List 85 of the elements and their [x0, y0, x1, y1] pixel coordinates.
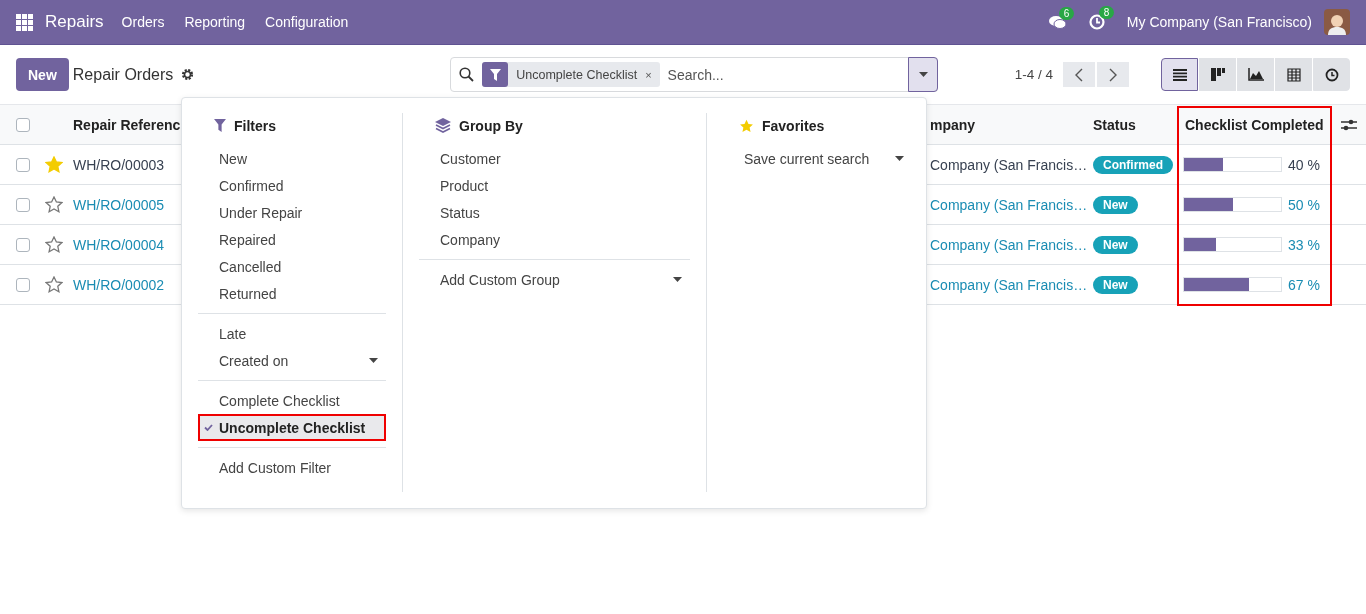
star-icon[interactable] [45, 236, 63, 253]
close-icon[interactable]: × [645, 68, 660, 81]
chevron-right-icon [1109, 67, 1117, 82]
clock-icon[interactable] [1088, 14, 1105, 30]
menu-link[interactable]: Configuration [265, 14, 349, 30]
menu-item[interactable]: Customer [419, 145, 690, 172]
menu-item[interactable]: Status [419, 199, 690, 226]
menu-item[interactable]: Returned [198, 280, 386, 307]
app-name[interactable]: Repairs [45, 12, 104, 32]
checkbox[interactable] [16, 157, 30, 172]
menu-item[interactable]: New [198, 145, 386, 172]
table-cell[interactable]: WH/RO/00002 [73, 276, 165, 293]
company-switcher[interactable]: My Company (San Francisco) [1126, 14, 1312, 30]
menu-item[interactable]: Repaired [198, 226, 386, 253]
percent-value: 33 % [1288, 236, 1320, 253]
view-switch-button[interactable] [1161, 58, 1198, 91]
filter-icon [489, 68, 501, 81]
menu-item[interactable]: Uncomplete Checklist [198, 414, 386, 441]
count-badge: 8 [1098, 6, 1115, 19]
table-cell[interactable]: WH/RO/00003 [73, 156, 165, 173]
menu-item[interactable]: Complete Checklist [198, 387, 386, 414]
menu-item[interactable]: Add Custom Group [419, 266, 690, 293]
status-badge: Confirmed [1093, 155, 1173, 174]
caret-icon [895, 156, 904, 161]
star-icon [739, 118, 754, 133]
apps-grid-icon[interactable] [16, 13, 33, 31]
new-button[interactable]: New [16, 58, 69, 91]
table-cell[interactable]: WH/RO/00005 [73, 196, 165, 213]
check-icon [204, 424, 213, 431]
filter-facet[interactable]: Uncomplete Checklist × [482, 62, 660, 87]
area-chart-icon [1247, 68, 1264, 81]
search-field[interactable]: Uncomplete Checklist × Search... [450, 57, 939, 92]
page-title: Repair Orders [72, 65, 174, 84]
avatar[interactable] [1324, 9, 1350, 35]
chevron-left-icon [1075, 67, 1083, 82]
table-cell: Company (San Francis… [930, 276, 1088, 293]
table-grid-icon [1286, 67, 1301, 82]
sliders-icon[interactable] [1341, 117, 1357, 132]
search-icon [459, 67, 475, 82]
menu-link[interactable]: Orders [121, 14, 165, 30]
column-header[interactable]: Status [1093, 116, 1136, 133]
filter-icon [214, 119, 226, 132]
layers-icon [435, 118, 451, 133]
menu-link[interactable]: Reporting [184, 14, 246, 30]
percent-value: 67 % [1288, 276, 1320, 293]
table-cell[interactable]: WH/RO/00004 [73, 236, 165, 253]
pager-value: 1-4 / 4 [1014, 67, 1053, 82]
status-badge: New [1093, 195, 1138, 214]
menu-item[interactable]: Confirmed [198, 172, 386, 199]
caret-icon [369, 358, 378, 363]
status-badge: New [1093, 275, 1138, 294]
menu-item[interactable]: Product [419, 172, 690, 199]
table-cell: Company (San Francis… [930, 236, 1088, 253]
checkbox[interactable] [16, 237, 30, 252]
list-view-icon [1172, 68, 1187, 81]
table-cell: Company (San Francis… [930, 156, 1088, 173]
menu-item[interactable]: Under Repair [198, 199, 386, 226]
section-title: Group By [459, 117, 523, 134]
percent-value: 40 % [1288, 156, 1320, 173]
kanban-view-icon [1210, 68, 1225, 81]
checkbox[interactable] [16, 197, 30, 212]
checkbox[interactable] [16, 277, 30, 292]
caret-icon [673, 277, 682, 282]
menu-item[interactable]: Late [198, 320, 386, 347]
section-title: Filters [234, 117, 276, 134]
menu-item[interactable]: Created on [198, 347, 386, 374]
dropdown-toggle[interactable] [908, 57, 939, 92]
menu-item[interactable]: Add Custom Filter [198, 454, 386, 481]
menu-item[interactable]: Company [419, 226, 690, 253]
section-title: Favorites [762, 117, 825, 134]
settings-icon[interactable] [181, 68, 195, 81]
column-header[interactable]: Checklist Completed [1185, 116, 1324, 133]
star-icon[interactable] [45, 276, 63, 293]
status-badge: New [1093, 235, 1138, 254]
menu-item[interactable]: Cancelled [198, 253, 386, 280]
count-badge: 6 [1058, 6, 1075, 20]
star-icon[interactable] [45, 196, 63, 213]
caret-icon [918, 72, 928, 77]
menu-item[interactable]: Save current search [723, 145, 912, 172]
clock-icon [1324, 67, 1339, 82]
percent-value: 50 % [1288, 196, 1320, 213]
checkbox[interactable] [16, 117, 30, 132]
table-cell: Company (San Francis… [930, 196, 1088, 213]
column-header[interactable]: Repair Referenc [73, 116, 181, 133]
column-header[interactable]: mpany [930, 116, 976, 133]
